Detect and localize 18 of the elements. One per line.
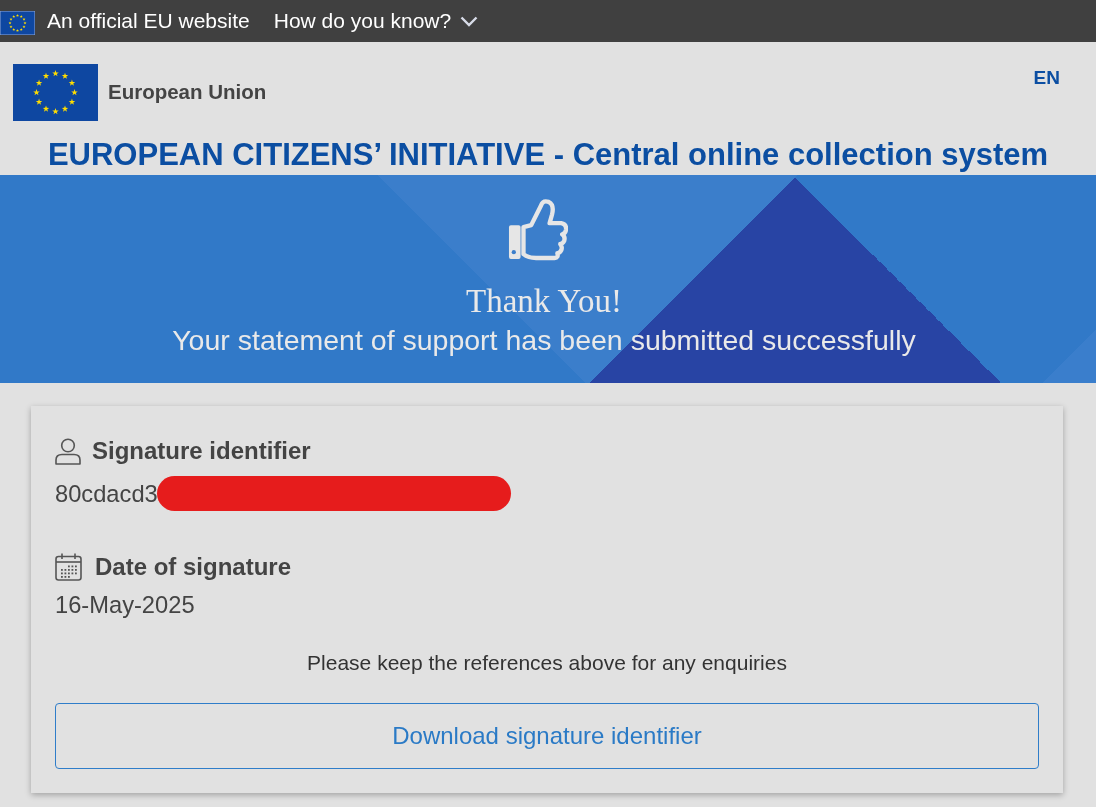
thumbs-up-icon: [508, 197, 568, 261]
detail-label: Date of signature: [95, 553, 292, 581]
detail-label: Signature identifier: [92, 437, 311, 465]
language-link[interactable]: EN: [1033, 64, 1060, 93]
site-title: EUROPEAN CITIZENS’ INITIATIVE - Central online collection system: [46, 137, 1050, 173]
reference-note: Please keep the references above for any enquiries: [306, 651, 788, 675]
official-site-text: An official EU website: [47, 8, 250, 34]
detail-value: 16-May-2025: [55, 591, 195, 619]
eu-flag-icon: [0, 10, 35, 35]
success-message: Your statement of support has been submitted successfully: [172, 324, 916, 356]
logo-text: European Union: [108, 79, 267, 106]
thank-you-heading: Thank You!: [466, 283, 622, 319]
download-button[interactable]: Download signature identifier: [55, 703, 1039, 769]
eu-flag-logo-icon: [13, 64, 98, 121]
detail-value: 80cdacd3: [55, 479, 158, 508]
calendar-icon: [55, 553, 82, 581]
person-icon: [55, 437, 81, 465]
how-do-you-know-link[interactable]: How do you know?: [273, 8, 479, 34]
